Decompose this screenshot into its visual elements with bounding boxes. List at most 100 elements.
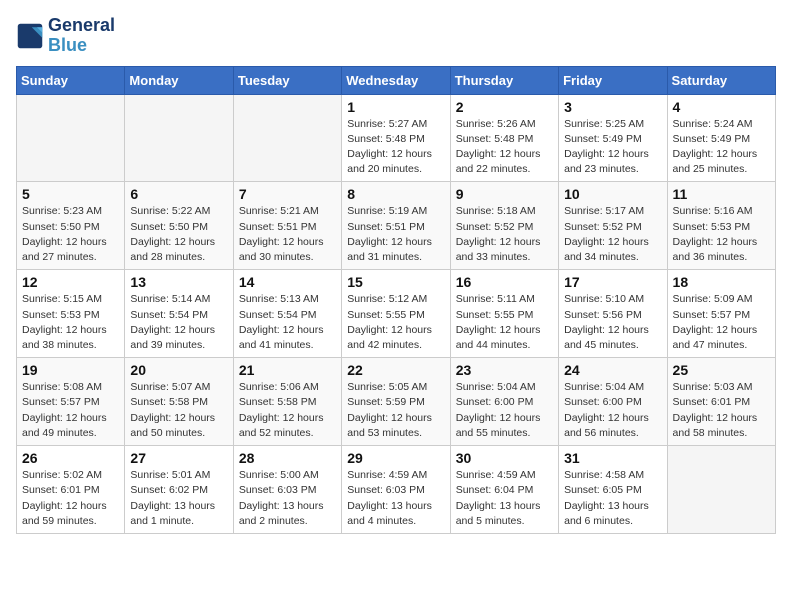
day-number: 22 [347,362,444,378]
day-number: 10 [564,186,661,202]
day-number: 14 [239,274,336,290]
day-info: Sunrise: 5:09 AM Sunset: 5:57 PM Dayligh… [673,292,770,353]
day-info: Sunrise: 5:10 AM Sunset: 5:56 PM Dayligh… [564,292,661,353]
calendar-week-row: 12Sunrise: 5:15 AM Sunset: 5:53 PM Dayli… [17,270,776,358]
calendar-cell: 13 Sunrise: 5:14 AM Sunset: 5:54 PM Dayli… [125,270,233,358]
day-number: 28 [239,450,336,466]
calendar-cell: 1 Sunrise: 5:27 AM Sunset: 5:48 PM Daylig… [342,94,450,182]
day-info: Sunrise: 5:23 AM Sunset: 5:50 PM Dayligh… [22,204,119,265]
calendar-cell: 4 Sunrise: 5:24 AM Sunset: 5:49 PM Daylig… [667,94,775,182]
day-info: Sunrise: 5:15 AM Sunset: 5:53 PM Dayligh… [22,292,119,353]
day-number: 16 [456,274,553,290]
day-info: Sunrise: 5:14 AM Sunset: 5:54 PM Dayligh… [130,292,227,353]
day-info: Sunrise: 5:21 AM Sunset: 5:51 PM Dayligh… [239,204,336,265]
calendar-cell [17,94,125,182]
day-number: 30 [456,450,553,466]
day-info: Sunrise: 5:17 AM Sunset: 5:52 PM Dayligh… [564,204,661,265]
weekday-header: Monday [125,66,233,94]
calendar-cell: 21 Sunrise: 5:06 AM Sunset: 5:58 PM Dayli… [233,358,341,446]
day-number: 25 [673,362,770,378]
calendar-cell: 6 Sunrise: 5:22 AM Sunset: 5:50 PM Daylig… [125,182,233,270]
day-info: Sunrise: 5:13 AM Sunset: 5:54 PM Dayligh… [239,292,336,353]
calendar-cell: 3 Sunrise: 5:25 AM Sunset: 5:49 PM Daylig… [559,94,667,182]
day-info: Sunrise: 5:08 AM Sunset: 5:57 PM Dayligh… [22,380,119,441]
weekday-header: Wednesday [342,66,450,94]
calendar-cell [233,94,341,182]
day-info: Sunrise: 5:01 AM Sunset: 6:02 PM Dayligh… [130,468,227,529]
calendar-cell: 29Sunrise: 4:59 AM Sunset: 6:03 PM Dayli… [342,446,450,534]
day-number: 18 [673,274,770,290]
calendar-cell: 22 Sunrise: 5:05 AM Sunset: 5:59 PM Dayli… [342,358,450,446]
calendar-cell: 31 Sunrise: 4:58 AM Sunset: 6:05 PM Dayli… [559,446,667,534]
day-info: Sunrise: 5:11 AM Sunset: 5:55 PM Dayligh… [456,292,553,353]
day-number: 24 [564,362,661,378]
logo-icon [16,22,44,50]
day-number: 20 [130,362,227,378]
day-info: Sunrise: 5:22 AM Sunset: 5:50 PM Dayligh… [130,204,227,265]
logo-text: GeneralBlue [48,16,115,56]
day-number: 17 [564,274,661,290]
calendar-cell: 30Sunrise: 4:59 AM Sunset: 6:04 PM Dayli… [450,446,558,534]
calendar-cell: 19 Sunrise: 5:08 AM Sunset: 5:57 PM Dayli… [17,358,125,446]
day-number: 4 [673,99,770,115]
day-info: Sunrise: 5:00 AM Sunset: 6:03 PM Dayligh… [239,468,336,529]
day-number: 7 [239,186,336,202]
day-number: 19 [22,362,119,378]
day-info: Sunrise: 4:58 AM Sunset: 6:05 PM Dayligh… [564,468,661,529]
day-info: Sunrise: 5:06 AM Sunset: 5:58 PM Dayligh… [239,380,336,441]
day-info: Sunrise: 5:16 AM Sunset: 5:53 PM Dayligh… [673,204,770,265]
weekday-header: Tuesday [233,66,341,94]
calendar-cell: 15Sunrise: 5:12 AM Sunset: 5:55 PM Dayli… [342,270,450,358]
day-info: Sunrise: 5:25 AM Sunset: 5:49 PM Dayligh… [564,117,661,178]
calendar-week-row: 5 Sunrise: 5:23 AM Sunset: 5:50 PM Daylig… [17,182,776,270]
day-info: Sunrise: 5:03 AM Sunset: 6:01 PM Dayligh… [673,380,770,441]
calendar-cell: 9Sunrise: 5:18 AM Sunset: 5:52 PM Daylig… [450,182,558,270]
day-info: Sunrise: 5:19 AM Sunset: 5:51 PM Dayligh… [347,204,444,265]
day-number: 3 [564,99,661,115]
calendar-header: SundayMondayTuesdayWednesdayThursdayFrid… [17,66,776,94]
calendar-cell: 12Sunrise: 5:15 AM Sunset: 5:53 PM Dayli… [17,270,125,358]
calendar-cell: 14 Sunrise: 5:13 AM Sunset: 5:54 PM Dayli… [233,270,341,358]
calendar-cell [125,94,233,182]
day-info: Sunrise: 5:27 AM Sunset: 5:48 PM Dayligh… [347,117,444,178]
day-number: 5 [22,186,119,202]
weekday-header: Saturday [667,66,775,94]
day-info: Sunrise: 5:04 AM Sunset: 6:00 PM Dayligh… [456,380,553,441]
day-number: 15 [347,274,444,290]
day-info: Sunrise: 5:04 AM Sunset: 6:00 PM Dayligh… [564,380,661,441]
calendar-cell: 5 Sunrise: 5:23 AM Sunset: 5:50 PM Daylig… [17,182,125,270]
day-number: 2 [456,99,553,115]
day-number: 29 [347,450,444,466]
calendar-cell: 16 Sunrise: 5:11 AM Sunset: 5:55 PM Dayli… [450,270,558,358]
day-number: 13 [130,274,227,290]
calendar-cell: 20Sunrise: 5:07 AM Sunset: 5:58 PM Dayli… [125,358,233,446]
calendar-week-row: 19 Sunrise: 5:08 AM Sunset: 5:57 PM Dayli… [17,358,776,446]
calendar-cell: 17 Sunrise: 5:10 AM Sunset: 5:56 PM Dayli… [559,270,667,358]
day-number: 31 [564,450,661,466]
weekday-header: Thursday [450,66,558,94]
day-info: Sunrise: 5:24 AM Sunset: 5:49 PM Dayligh… [673,117,770,178]
weekday-header: Sunday [17,66,125,94]
day-info: Sunrise: 5:18 AM Sunset: 5:52 PM Dayligh… [456,204,553,265]
day-info: Sunrise: 5:05 AM Sunset: 5:59 PM Dayligh… [347,380,444,441]
calendar-cell: 27Sunrise: 5:01 AM Sunset: 6:02 PM Dayli… [125,446,233,534]
day-number: 26 [22,450,119,466]
calendar-table: SundayMondayTuesdayWednesdayThursdayFrid… [16,66,776,534]
calendar-cell: 2Sunrise: 5:26 AM Sunset: 5:48 PM Daylig… [450,94,558,182]
calendar-cell [667,446,775,534]
day-number: 21 [239,362,336,378]
calendar-week-row: 26Sunrise: 5:02 AM Sunset: 6:01 PM Dayli… [17,446,776,534]
calendar-cell: 26Sunrise: 5:02 AM Sunset: 6:01 PM Dayli… [17,446,125,534]
calendar-cell: 10 Sunrise: 5:17 AM Sunset: 5:52 PM Dayli… [559,182,667,270]
calendar-cell: 24 Sunrise: 5:04 AM Sunset: 6:00 PM Dayli… [559,358,667,446]
weekday-header: Friday [559,66,667,94]
calendar-cell: 8 Sunrise: 5:19 AM Sunset: 5:51 PM Daylig… [342,182,450,270]
header: GeneralBlue [16,16,776,56]
calendar-cell: 11Sunrise: 5:16 AM Sunset: 5:53 PM Dayli… [667,182,775,270]
day-number: 8 [347,186,444,202]
calendar-cell: 18 Sunrise: 5:09 AM Sunset: 5:57 PM Dayli… [667,270,775,358]
day-number: 1 [347,99,444,115]
calendar-cell: 25 Sunrise: 5:03 AM Sunset: 6:01 PM Dayli… [667,358,775,446]
calendar-cell: 23Sunrise: 5:04 AM Sunset: 6:00 PM Dayli… [450,358,558,446]
day-number: 6 [130,186,227,202]
